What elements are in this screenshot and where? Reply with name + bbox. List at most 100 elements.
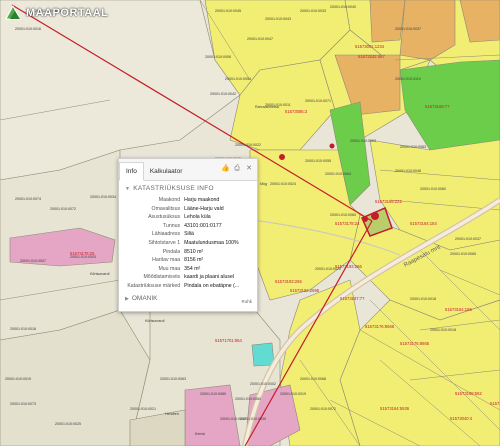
map-label: 20001:010:0071 xyxy=(305,99,331,103)
map-label: 20001:010:0060 xyxy=(420,187,446,191)
more-link[interactable]: Rohk xyxy=(241,299,252,304)
map-label: 51573192:2695 xyxy=(290,288,320,293)
chevron-down-icon: ▼ xyxy=(125,185,131,192)
info-row: Mõõdistamisviis kaardi ja plaani alusel xyxy=(123,273,253,282)
map-label: 20001:010:0024 xyxy=(270,182,296,186)
marker-point[interactable] xyxy=(329,143,335,149)
map-label: 20001:010:0047 xyxy=(247,37,273,41)
info-row: Haritav maa 8156 m² xyxy=(123,256,253,265)
map-label: Kõrtsumardi xyxy=(145,319,165,323)
info-value: Lääne-Harju vald xyxy=(184,205,224,212)
map-label: 51573178:24 xyxy=(335,221,360,226)
owner-title: OMANIK xyxy=(131,295,158,302)
info-key: Mõõdistamisviis xyxy=(143,274,181,281)
map-label: 20001:010:0063 xyxy=(160,377,186,381)
info-row: Maakond Harju maakond xyxy=(123,196,253,205)
map-label: 51573169:222 xyxy=(375,199,402,204)
map-label: 20001:010:0025 xyxy=(55,422,81,426)
map-label: 20001:010:0042 xyxy=(210,92,236,96)
tab-info[interactable]: Info xyxy=(119,162,144,181)
map-label: 20001:010:0063 xyxy=(350,139,376,143)
info-row: Omavalitsus Lääne-Harju vald xyxy=(123,205,253,214)
map-label: 51573040:4 xyxy=(450,416,473,421)
map-label: 20001:010:0068 xyxy=(300,377,326,381)
info-value: Lehola küla xyxy=(184,214,211,221)
map-label: 51573164:186 xyxy=(445,307,472,312)
info-key: Omavalitsus xyxy=(151,205,181,212)
close-icon[interactable]: ✕ xyxy=(245,165,253,173)
map-label: 20001:010:0080 xyxy=(235,397,261,401)
map-label: 20001:010:0054 xyxy=(225,77,251,81)
map-label: 20001:010:0080 xyxy=(200,392,226,396)
info-key: Asustusüksus xyxy=(148,214,181,221)
info-key: Pindala xyxy=(162,248,181,255)
map-label: 51573168:562 xyxy=(455,391,482,396)
marker-point[interactable] xyxy=(362,216,368,222)
info-row: Asustusüksus Lehola küla xyxy=(123,213,253,222)
map-label: Kemsi xyxy=(195,432,205,436)
map-label: 20001:010:0018 xyxy=(410,297,436,301)
map-label: 20001:010:0045 xyxy=(215,9,241,13)
map-label: 20001:010:0006 xyxy=(205,55,231,59)
map-label: 20001:010:0019 xyxy=(280,392,306,396)
map-label: 20001:010:0073 xyxy=(10,402,36,406)
map-label: 20001:010:0072 xyxy=(50,207,76,211)
map-label: 51573085:3 xyxy=(285,109,308,114)
map-label: 51573001:1234 xyxy=(355,44,385,49)
map-label: 51573176:8666 xyxy=(365,324,395,329)
owner-section-header[interactable]: ▶ OMANIK xyxy=(119,295,257,302)
info-row: Tunnus 43101:001:0177 xyxy=(123,222,253,231)
map-label: 20001:010:0037 xyxy=(455,237,481,241)
info-value: Siliä xyxy=(184,231,194,238)
logo[interactable]: MAAPORTAAL xyxy=(4,3,108,23)
map-label: 20001:010:0018 xyxy=(430,328,456,332)
panel-tools: 👍 ⎙ ✕ xyxy=(221,165,253,173)
info-key: Lähiaadress xyxy=(151,231,181,238)
map-label: 51573167:77 xyxy=(340,296,365,301)
map-label: 20001:010:0016 xyxy=(15,27,41,31)
thumbs-up-icon[interactable]: 👍 xyxy=(221,165,230,173)
map-label: 51571701:954 xyxy=(215,338,242,343)
map-label: Müg xyxy=(260,182,267,186)
map-label: 20001:010:0017 xyxy=(220,417,246,421)
map-label: 20001:010:0022 xyxy=(235,143,261,147)
map-label: 20001:010:0037 xyxy=(395,27,421,31)
location-pin-icon[interactable] xyxy=(371,212,379,220)
info-key: Katastriüksuse märked xyxy=(127,282,181,289)
info-row: Sihtotstarve 1 Maatulundusmaa 100% xyxy=(123,239,253,248)
map-label: 20001:010:0119 xyxy=(395,77,421,81)
info-rows: Maakond Harju maakond Omavalitsus Lääne-Har… xyxy=(119,194,257,291)
map-label: 20001:010:0064 xyxy=(325,172,351,176)
map-label: 51573176:25 xyxy=(70,251,95,256)
print-icon[interactable]: ⎙ xyxy=(233,165,241,173)
map-label: 20001:010:0072 xyxy=(310,407,336,411)
map-label: Rahuvalimetsa xyxy=(255,105,279,109)
section-header[interactable]: ▼ KATASTRIÜKSUSE INFO xyxy=(119,181,257,194)
info-key: Maakond xyxy=(158,197,181,203)
map-label: 20001:010:0074 xyxy=(15,197,41,201)
map-label: 51573175:54 xyxy=(490,401,500,406)
parcel-info-panel: Info Kalkulaator 👍 ⎙ ✕ ▼ KATASTRIÜKSUSE … xyxy=(118,158,258,312)
info-value: 8156 m² xyxy=(184,257,204,264)
map-label: 20001:010:0033 xyxy=(300,9,326,13)
map-label: 51573242:467 xyxy=(358,54,385,59)
map-label: 20001:010:0065 xyxy=(450,252,476,256)
map-label: 20001:010:0083 xyxy=(400,145,426,149)
marker-point[interactable] xyxy=(279,154,285,160)
info-row: Lähiaadress Siliä xyxy=(123,230,253,239)
panel-tabs: Info Kalkulaator 👍 ⎙ ✕ xyxy=(119,159,257,181)
map-label: 20001:010:0020 xyxy=(315,267,341,271)
map-label: 20001:010:0021 xyxy=(130,407,156,411)
map-label: 20001:010:0040 xyxy=(330,5,356,9)
tab-calculator[interactable]: Kalkulaator xyxy=(144,163,189,180)
map-label: 20001:010:0060 xyxy=(330,213,356,217)
map-label: 51573176:8665 xyxy=(400,341,430,346)
info-row: Katastriüksuse märked Pindala on ebatäpne… xyxy=(123,282,253,291)
info-value: 354 m² xyxy=(184,265,201,272)
map-label: 20001:010:0048 xyxy=(395,169,421,173)
map-label: Kõrtsumardi xyxy=(90,272,110,276)
map-label: 51573164:5536 xyxy=(380,406,410,411)
info-key: Muu maa xyxy=(158,265,181,272)
info-key: Tunnus xyxy=(162,222,181,229)
info-value: 43101:001:0177 xyxy=(184,222,222,229)
